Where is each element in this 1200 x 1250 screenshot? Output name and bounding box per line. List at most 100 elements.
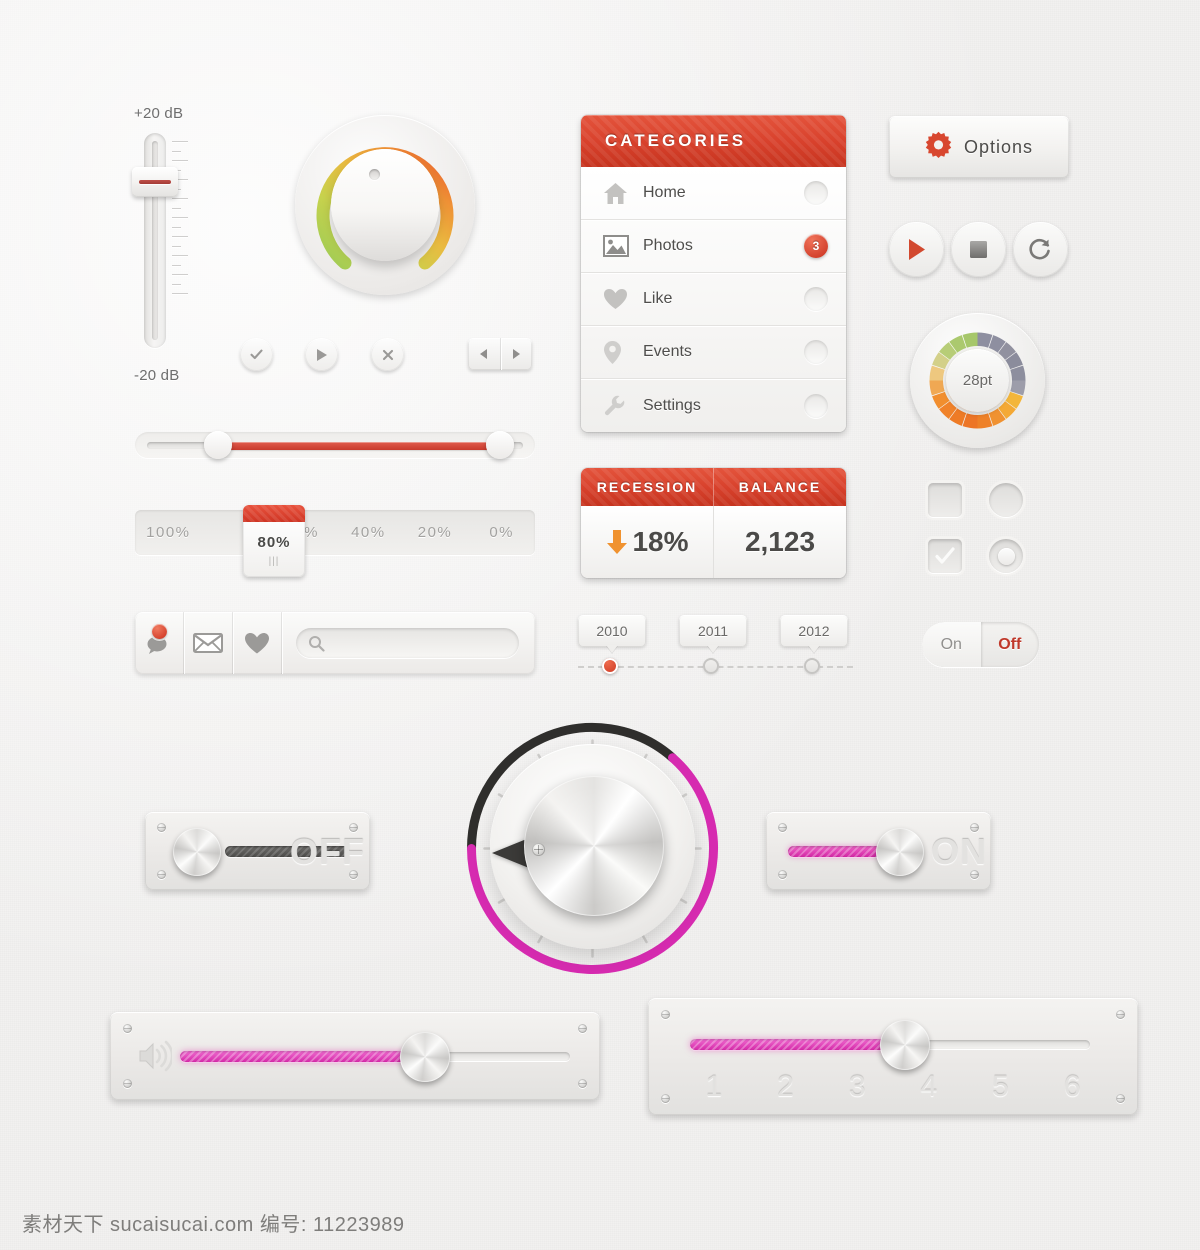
- percent-segment[interactable]: 100%: [135, 524, 202, 541]
- metal-toggle-on[interactable]: ON: [766, 812, 991, 890]
- stop-square-icon: [970, 241, 987, 258]
- timeline-year-label[interactable]: 2012: [780, 615, 848, 647]
- sidebar-item-bullet[interactable]: [804, 393, 828, 418]
- timeline-dot[interactable]: [804, 658, 820, 674]
- range-slider-max-handle[interactable]: [486, 431, 514, 459]
- knob-face[interactable]: [331, 149, 439, 261]
- screw-icon: [157, 870, 166, 879]
- year-timeline[interactable]: 2010 2011 2012: [578, 615, 853, 685]
- knob-metal-cap[interactable]: [524, 776, 664, 916]
- slider-tick-label: 1: [705, 1070, 723, 1103]
- search-input[interactable]: [331, 635, 507, 651]
- timeline-item-2010[interactable]: 2010: [578, 615, 646, 674]
- numbered-slider-panel[interactable]: 1 2 3 4 5 6: [648, 998, 1138, 1115]
- favorite-heart-icon: [245, 632, 269, 653]
- confirm-button[interactable]: [240, 338, 273, 371]
- photos-count-badge[interactable]: 3: [804, 234, 828, 258]
- screw-icon: [157, 823, 166, 832]
- on-off-toggle[interactable]: On Off: [922, 622, 1039, 667]
- percent-segment-selector[interactable]: 100% 80% 60% 40% 20% 0% 80% |||: [135, 505, 535, 577]
- fader-handle[interactable]: [132, 167, 178, 197]
- sidebar-item-events[interactable]: Events: [581, 326, 846, 379]
- caret-left-icon: [480, 349, 488, 359]
- sidebar-item-photos[interactable]: Photos 3: [581, 220, 846, 273]
- favorite-button[interactable]: [233, 612, 282, 674]
- sidebar-item-label: Settings: [643, 396, 701, 414]
- screw-icon: [578, 1079, 587, 1088]
- slider-tick-label: 4: [920, 1070, 938, 1103]
- play-button[interactable]: [305, 338, 338, 371]
- volume-slider-panel[interactable]: [110, 1012, 600, 1100]
- sidebar-item-bullet[interactable]: [804, 287, 828, 311]
- slider-fill: [180, 1051, 425, 1062]
- sidebar-item-bullet[interactable]: [804, 340, 828, 364]
- point-size-dial[interactable]: 28pt: [910, 313, 1045, 448]
- check-icon: [250, 349, 263, 360]
- check-icon: [935, 547, 955, 564]
- slider-tick-label: 6: [1063, 1070, 1081, 1103]
- options-button[interactable]: Options: [889, 116, 1069, 178]
- toggle-knob[interactable]: [173, 828, 221, 876]
- screw-icon: [778, 870, 787, 879]
- categories-list: Home Photos 3 Like Events Settings: [581, 167, 846, 432]
- prev-next-button-group[interactable]: [468, 338, 532, 370]
- fader-track[interactable]: [144, 133, 166, 348]
- sidebar-item-bullet[interactable]: [804, 181, 828, 205]
- checkbox-unchecked[interactable]: [928, 483, 962, 517]
- checkbox-checked[interactable]: [928, 539, 962, 573]
- radio-selected[interactable]: [989, 539, 1023, 573]
- screw-icon: [1116, 1010, 1125, 1019]
- media-stop-button[interactable]: [951, 222, 1006, 277]
- toggle-on-option[interactable]: On: [922, 622, 981, 667]
- categories-panel: CATEGORIES Home Photos 3 Like Events Set…: [581, 115, 846, 432]
- toggle-off-option[interactable]: Off: [981, 622, 1040, 667]
- sidebar-item-home[interactable]: Home: [581, 167, 846, 220]
- slider-knob[interactable]: [880, 1020, 930, 1070]
- photo-icon: [603, 235, 635, 257]
- comments-button[interactable]: [135, 612, 184, 674]
- timeline-dot-active[interactable]: [602, 658, 618, 674]
- trend-down-arrow-icon: [605, 528, 629, 556]
- radio-unselected[interactable]: [989, 483, 1023, 517]
- media-reload-button[interactable]: [1013, 222, 1068, 277]
- slider-knob[interactable]: [400, 1032, 450, 1082]
- sidebar-item-label: Like: [643, 290, 673, 307]
- metal-toggle-off[interactable]: OFF: [145, 812, 370, 890]
- timeline-year-label[interactable]: 2010: [578, 615, 646, 647]
- screw-icon: [123, 1024, 132, 1033]
- large-rotary-knob[interactable]: [460, 716, 725, 981]
- sidebar-item-label: Events: [643, 343, 692, 360]
- timeline-dot[interactable]: [703, 658, 719, 674]
- percent-segment[interactable]: 0%: [468, 524, 535, 541]
- search-field[interactable]: [296, 628, 519, 658]
- gradient-volume-knob[interactable]: [295, 115, 475, 295]
- percent-handle-cap: [243, 505, 305, 522]
- range-slider-min-handle[interactable]: [204, 431, 232, 459]
- timeline-tail: [606, 645, 618, 653]
- search-icon: [309, 635, 325, 652]
- next-button[interactable]: [501, 338, 533, 370]
- dual-range-slider[interactable]: [135, 431, 535, 459]
- dial-value[interactable]: 28pt: [946, 349, 1009, 412]
- prev-button[interactable]: [468, 338, 501, 370]
- timeline-year-label[interactable]: 2011: [679, 615, 747, 647]
- vertical-fader[interactable]: +20 dB -20 dB: [120, 105, 230, 395]
- sidebar-item-like[interactable]: Like: [581, 273, 846, 326]
- icon-toolbar[interactable]: [135, 612, 535, 674]
- toggle-knob[interactable]: [876, 828, 924, 876]
- recession-value: 18%: [632, 526, 689, 557]
- timeline-item-2011[interactable]: 2011: [679, 615, 747, 674]
- mail-button[interactable]: [184, 612, 233, 674]
- media-play-button[interactable]: [889, 222, 944, 277]
- stats-header-row: RECESSION BALANCE: [581, 468, 846, 506]
- percent-segment[interactable]: 40%: [335, 524, 402, 541]
- percent-selected-handle[interactable]: 80% |||: [243, 505, 305, 577]
- wrench-icon: [603, 394, 635, 418]
- timeline-item-2012[interactable]: 2012: [780, 615, 848, 674]
- close-button[interactable]: [371, 338, 404, 371]
- screw-icon: [532, 843, 545, 856]
- sidebar-item-settings[interactable]: Settings: [581, 379, 846, 432]
- screw-icon: [123, 1079, 132, 1088]
- balance-value: 2,123: [744, 526, 816, 557]
- percent-segment[interactable]: 20%: [402, 524, 469, 541]
